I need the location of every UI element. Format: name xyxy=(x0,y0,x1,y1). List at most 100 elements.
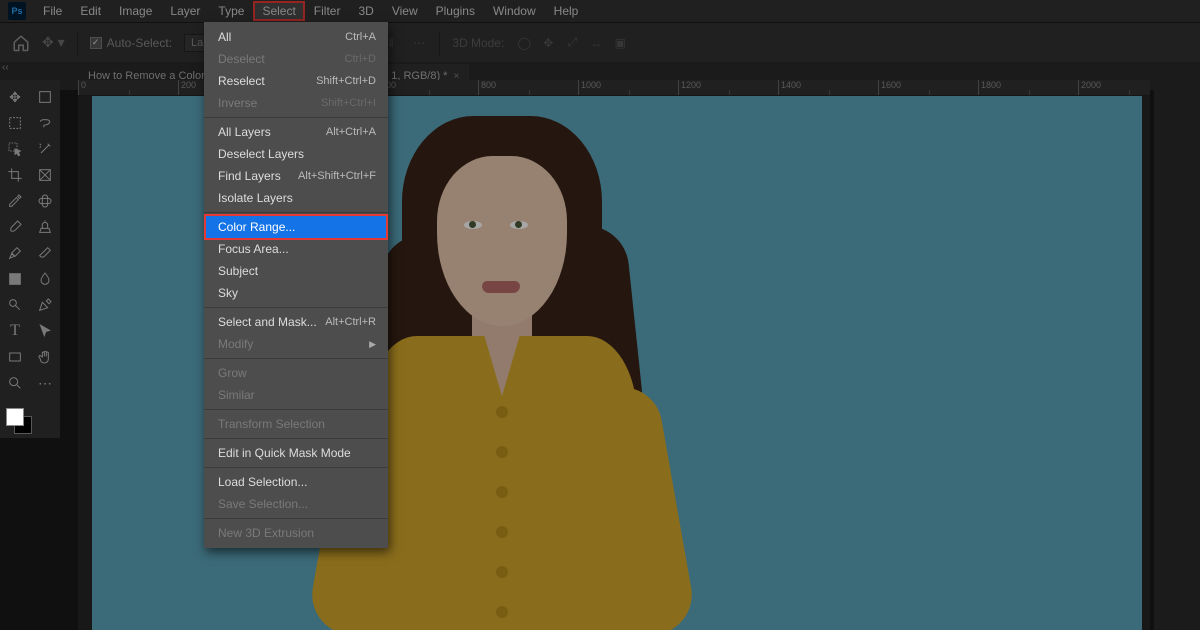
menu-3d[interactable]: 3D xyxy=(349,1,382,21)
edit-toolbar[interactable]: ⋯ xyxy=(30,370,60,396)
ruler-tick: 1800 xyxy=(978,80,1078,96)
more-align-icon[interactable]: ⋯ xyxy=(411,35,427,51)
menu-item-label: Transform Selection xyxy=(218,416,325,432)
foreground-swatch[interactable] xyxy=(6,408,24,426)
move-tool[interactable]: ✥ xyxy=(0,84,30,110)
artboard-tool[interactable] xyxy=(30,84,60,110)
menu-item-label: New 3D Extrusion xyxy=(218,525,314,541)
menu-item-label: Isolate Layers xyxy=(218,190,293,206)
menu-file[interactable]: File xyxy=(34,1,71,21)
menu-separator xyxy=(204,467,388,468)
app-logo: Ps xyxy=(8,2,26,20)
spot-heal-tool[interactable] xyxy=(30,188,60,214)
ruler-tick: 1400 xyxy=(778,80,878,96)
menu-item-label: Focus Area... xyxy=(218,241,289,257)
hand-tool[interactable] xyxy=(30,344,60,370)
object-select-tool[interactable] xyxy=(0,136,30,162)
menu-item-label: Save Selection... xyxy=(218,496,308,512)
menu-item-sky[interactable]: Sky xyxy=(204,282,388,304)
right-panel-collapsed[interactable] xyxy=(1154,80,1200,630)
eraser-tool[interactable] xyxy=(30,240,60,266)
menu-item-label: All xyxy=(218,29,231,45)
menu-item-label: Load Selection... xyxy=(218,474,307,490)
3d-mode-controls[interactable]: ◯✥⤢ ↔▣ xyxy=(516,35,628,51)
ruler-tick: 1000 xyxy=(578,80,678,96)
menu-filter[interactable]: Filter xyxy=(305,1,350,21)
menu-shortcut: Ctrl+A xyxy=(345,29,376,45)
menu-item-new-3d-extrusion: New 3D Extrusion xyxy=(204,522,388,544)
menu-item-focus-area[interactable]: Focus Area... xyxy=(204,238,388,260)
lasso-tool[interactable] xyxy=(30,110,60,136)
menu-item-deselect-layers[interactable]: Deselect Layers xyxy=(204,143,388,165)
pan-icon: ✥ xyxy=(540,35,556,51)
menu-item-transform-selection: Transform Selection xyxy=(204,413,388,435)
menu-type[interactable]: Type xyxy=(209,1,253,21)
divider xyxy=(439,31,440,55)
menu-item-inverse: InverseShift+Ctrl+I xyxy=(204,92,388,114)
menu-separator xyxy=(204,409,388,410)
menu-item-subject[interactable]: Subject xyxy=(204,260,388,282)
rectangle-tool[interactable] xyxy=(0,344,30,370)
checkbox-icon: ✓ xyxy=(90,37,102,49)
ruler-tick: 0 xyxy=(78,80,178,96)
menu-layer[interactable]: Layer xyxy=(161,1,209,21)
path-select-tool[interactable] xyxy=(30,318,60,344)
type-tool[interactable]: T xyxy=(0,318,30,344)
brush-tool[interactable] xyxy=(0,214,30,240)
history-brush-tool[interactable] xyxy=(0,240,30,266)
menu-shortcut: Alt+Ctrl+R xyxy=(325,314,376,330)
menu-window[interactable]: Window xyxy=(484,1,545,21)
zoom-tool[interactable] xyxy=(0,370,30,396)
panel-collapse-icon[interactable]: ‹‹ xyxy=(2,62,9,73)
auto-select-checkbox[interactable]: ✓ Auto-Select: xyxy=(90,36,172,50)
ruler-tick: 2000 xyxy=(1078,80,1150,96)
marquee-tool[interactable] xyxy=(0,110,30,136)
color-swatches[interactable] xyxy=(6,408,36,438)
menu-edit[interactable]: Edit xyxy=(71,1,110,21)
menu-item-edit-in-quick-mask-mode[interactable]: Edit in Quick Mask Mode xyxy=(204,442,388,464)
crop-tool[interactable] xyxy=(0,162,30,188)
menu-item-find-layers[interactable]: Find LayersAlt+Shift+Ctrl+F xyxy=(204,165,388,187)
blur-tool[interactable] xyxy=(30,266,60,292)
menu-item-label: Edit in Quick Mask Mode xyxy=(218,445,351,461)
divider xyxy=(77,31,78,55)
menu-item-deselect: DeselectCtrl+D xyxy=(204,48,388,70)
menu-item-color-range[interactable]: Color Range... xyxy=(204,214,388,240)
auto-select-label: Auto-Select: xyxy=(107,36,172,50)
menu-separator xyxy=(204,518,388,519)
menu-image[interactable]: Image xyxy=(110,1,161,21)
menu-view[interactable]: View xyxy=(383,1,427,21)
select-menu-dropdown: All Ctrl+A DeselectCtrl+DReselectShift+Ctr… xyxy=(204,22,388,548)
menu-item-isolate-layers[interactable]: Isolate Layers xyxy=(204,187,388,209)
ruler-tick: 800 xyxy=(478,80,578,96)
tools-panel: ✥ T ⋯ xyxy=(0,80,60,438)
menu-item-label: Color Range... xyxy=(218,219,295,235)
menu-item-label: All Layers xyxy=(218,124,271,140)
menu-separator xyxy=(204,212,388,213)
pen-tool[interactable] xyxy=(30,292,60,318)
menu-item-label: Deselect Layers xyxy=(218,146,304,162)
menu-item-label: Sky xyxy=(218,285,238,301)
clone-stamp-tool[interactable] xyxy=(30,214,60,240)
menu-item-all[interactable]: All Ctrl+A xyxy=(204,26,388,48)
menu-item-all-layers[interactable]: All LayersAlt+Ctrl+A xyxy=(204,121,388,143)
menu-select[interactable]: Select xyxy=(253,1,304,21)
ruler-tick: 1600 xyxy=(878,80,978,96)
menu-separator xyxy=(204,117,388,118)
menu-item-label: Modify xyxy=(218,336,253,352)
menu-plugins[interactable]: Plugins xyxy=(427,1,484,21)
gradient-tool[interactable] xyxy=(0,266,30,292)
menu-item-label: Find Layers xyxy=(218,168,281,184)
menu-item-reselect[interactable]: ReselectShift+Ctrl+D xyxy=(204,70,388,92)
menu-item-load-selection[interactable]: Load Selection... xyxy=(204,471,388,493)
frame-tool[interactable] xyxy=(30,162,60,188)
home-icon[interactable] xyxy=(12,34,30,52)
menu-item-select-and-mask[interactable]: Select and Mask...Alt+Ctrl+R xyxy=(204,311,388,333)
eyedropper-tool[interactable] xyxy=(0,188,30,214)
menu-separator xyxy=(204,358,388,359)
dodge-tool[interactable] xyxy=(0,292,30,318)
submenu-arrow-icon: ▶ xyxy=(369,336,376,352)
menu-help[interactable]: Help xyxy=(545,1,588,21)
magic-wand-tool[interactable] xyxy=(30,136,60,162)
options-bar: ✥ ▾ ✓ Auto-Select: La ▤▦▥ ☰☰☰ ‖ ⋯ 3D Mod… xyxy=(0,22,1200,62)
